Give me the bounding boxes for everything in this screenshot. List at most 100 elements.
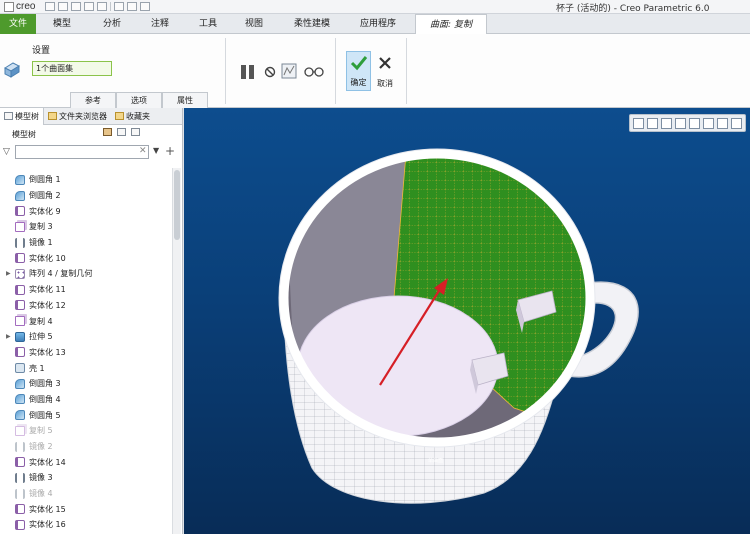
tree-item-label: 实体化 16 — [29, 520, 66, 530]
extrude-icon — [15, 331, 25, 342]
graphics-viewport[interactable]: 单曲面 — [184, 108, 750, 534]
clear-search-icon[interactable]: ✕ — [139, 146, 147, 156]
tree-item[interactable]: 实体化 12 — [0, 298, 172, 314]
tab-applications[interactable]: 应用程序 — [350, 14, 406, 34]
new-file-icon[interactable] — [45, 2, 56, 11]
ok-label: 确定 — [350, 78, 367, 87]
tab-tools[interactable]: 工具 — [188, 14, 228, 34]
round-icon — [15, 190, 25, 201]
tree-item[interactable]: 实体化 13 — [0, 345, 172, 361]
tree-item[interactable]: 复制 5 — [0, 423, 172, 439]
tab-model[interactable]: 模型 — [42, 14, 82, 34]
tree-item-label: 倒圆角 3 — [29, 379, 61, 389]
tree-item[interactable]: 倒圆角 5 — [0, 407, 172, 423]
copy-icon — [15, 316, 25, 327]
ribbon-divider — [335, 38, 336, 104]
no-preview-icon[interactable] — [264, 66, 276, 78]
tree-item[interactable]: 壳 1 — [0, 360, 172, 376]
tree-item[interactable]: ▶ 拉伸 5 — [0, 329, 172, 345]
tree-item[interactable]: 复制 3 — [0, 219, 172, 235]
subtab-options[interactable]: 选项 — [116, 92, 162, 108]
copy-icon — [15, 425, 25, 436]
tab-surface-copy[interactable]: 曲面: 复制 — [415, 14, 487, 35]
save-icon[interactable] — [71, 2, 82, 11]
tree-item[interactable]: 镜像 1 — [0, 235, 172, 251]
folder-icon — [48, 112, 57, 120]
undo-icon[interactable] — [84, 2, 95, 11]
close-icon — [379, 57, 391, 69]
solidify-icon — [15, 347, 25, 358]
tab-model-tree[interactable]: 模型树 — [0, 107, 44, 125]
columns-icon[interactable] — [131, 128, 140, 136]
shell-icon — [15, 363, 25, 374]
toolbar-divider — [110, 2, 112, 11]
tab-folder-browser[interactable]: 文件夹浏览器 — [44, 108, 111, 125]
open-file-icon[interactable] — [58, 2, 69, 11]
solidify-icon — [15, 300, 25, 311]
tree-item[interactable]: 复制 4 — [0, 313, 172, 329]
windows-icon[interactable] — [127, 2, 138, 11]
solidify-icon — [15, 284, 25, 295]
tree-item-label: 实体化 14 — [29, 457, 66, 467]
tree-item[interactable]: 倒圆角 1 — [0, 172, 172, 188]
creo-logo: creo — [0, 1, 39, 12]
round-icon — [15, 410, 25, 421]
tree-item[interactable]: 实体化 16 — [0, 517, 172, 533]
tree-item-label: 倒圆角 4 — [29, 394, 61, 404]
tree-scrollbar[interactable] — [172, 168, 181, 534]
surface-set-collector[interactable]: 1个曲面集 — [32, 61, 112, 76]
scrollbar-thumb[interactable] — [174, 170, 180, 240]
tab-analysis[interactable]: 分析 — [92, 14, 132, 34]
subtab-references[interactable]: 参考 — [70, 92, 116, 108]
tree-item[interactable]: ▶ 阵列 4 / 复制几何 — [0, 266, 172, 282]
navigator-panel: 模型树 文件夹浏览器 收藏夹 模型树 ▽ ✕ ▼ + 倒圆角 1 倒圆角 2 实体化… — [0, 107, 183, 534]
tree-item[interactable]: 倒圆角 2 — [0, 188, 172, 204]
expand-arrow-icon[interactable]: ▶ — [6, 333, 11, 340]
ok-button[interactable]: 确定 — [346, 51, 371, 91]
tree-item[interactable]: 镜像 3 — [0, 470, 172, 486]
cancel-button[interactable]: 取消 — [374, 51, 396, 91]
tree-item[interactable]: 实体化 9 — [0, 203, 172, 219]
navigator-tabs: 模型树 文件夹浏览器 收藏夹 — [0, 107, 182, 125]
round-icon — [15, 174, 25, 185]
close-window-icon[interactable] — [140, 2, 151, 11]
tree-item[interactable]: 镜像 2 — [0, 439, 172, 455]
preview-geometry-icon[interactable] — [281, 63, 297, 79]
tab-file[interactable]: 文件 — [0, 14, 36, 34]
mirror-icon — [15, 441, 25, 452]
tree-item[interactable]: 实体化 14 — [0, 454, 172, 470]
tree-item-label: 复制 4 — [29, 316, 53, 326]
tree-item-label: 镜像 4 — [29, 489, 53, 499]
round-icon — [15, 378, 25, 389]
tree-settings-icon[interactable] — [103, 128, 112, 136]
redo-icon[interactable] — [97, 2, 108, 11]
expand-arrow-icon[interactable]: ▶ — [6, 270, 11, 277]
ribbon-divider — [225, 38, 226, 104]
tree-item[interactable]: 倒圆角 4 — [0, 392, 172, 408]
pause-icon[interactable] — [239, 64, 257, 80]
cup-model[interactable]: 单曲面 — [184, 108, 750, 534]
verify-glasses-icon[interactable] — [303, 66, 325, 78]
tree-item[interactable]: 镜像 4 — [0, 486, 172, 502]
tree-item-label: 倒圆角 2 — [29, 191, 61, 201]
tab-view[interactable]: 视图 — [234, 14, 274, 34]
tree-item[interactable]: 倒圆角 3 — [0, 376, 172, 392]
tab-flexible-modeling[interactable]: 柔性建模 — [284, 14, 340, 34]
quick-access-toolbar — [45, 2, 151, 11]
chevron-down-icon[interactable]: ▼ — [153, 146, 159, 155]
regenerate-icon[interactable] — [114, 2, 125, 11]
mirror-icon — [15, 488, 25, 499]
pattern-icon — [15, 268, 25, 279]
show-icon[interactable] — [117, 128, 126, 136]
tree-search-input[interactable] — [15, 145, 149, 159]
tree-search-bar: ▽ ✕ ▼ + — [0, 143, 182, 161]
tree-item[interactable]: 实体化 15 — [0, 501, 172, 517]
subtab-properties[interactable]: 属性 — [162, 92, 208, 108]
add-icon[interactable]: + — [165, 144, 175, 158]
filter-icon[interactable]: ▽ — [3, 147, 10, 157]
tab-favorites[interactable]: 收藏夹 — [111, 108, 154, 125]
model-tree-label: 模型树 — [12, 129, 36, 139]
tree-item[interactable]: 实体化 10 — [0, 250, 172, 266]
tree-item[interactable]: 实体化 11 — [0, 282, 172, 298]
tab-annotate[interactable]: 注释 — [140, 14, 180, 34]
